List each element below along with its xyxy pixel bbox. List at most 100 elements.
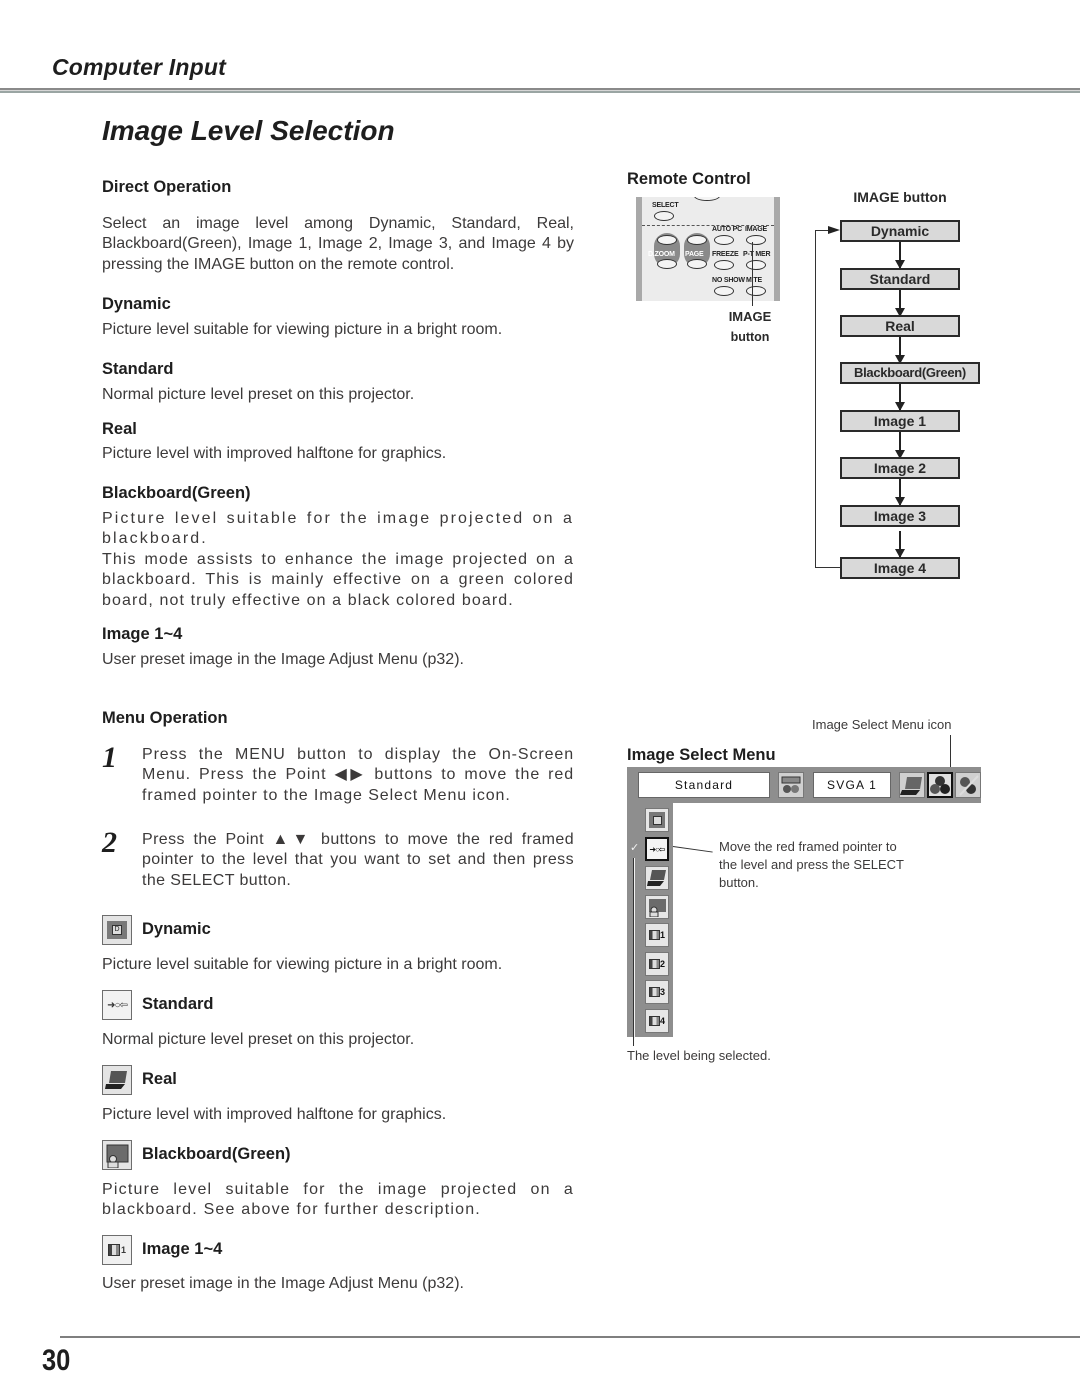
- remote-autopc-button: [714, 235, 734, 245]
- remote-image-button: [746, 235, 766, 245]
- remote-freeze-button: [714, 260, 734, 270]
- menu-item-desc: User preset image in the Image Adjust Me…: [102, 1275, 464, 1292]
- remote-label-ptimer: P-T MER: [743, 251, 771, 258]
- sidebar-blackboard-icon[interactable]: [645, 895, 669, 919]
- sidebar-image2-icon[interactable]: 2: [645, 952, 669, 976]
- direct-item-desc: Picture level suitable for the image pro…: [102, 510, 574, 548]
- remote-label-select: SELECT: [652, 202, 679, 209]
- direct-item-desc: Picture level suitable for viewing pictu…: [102, 321, 503, 338]
- sidebar-image1-label: 1: [659, 930, 665, 940]
- menu-item-title: Image 1~4: [142, 1240, 223, 1258]
- remote-label-autopc: AUTO PC: [712, 226, 742, 233]
- step-number: 1: [102, 741, 117, 774]
- flow-arrow-icon: [895, 432, 905, 459]
- menu-item-desc: Normal picture level preset on this proj…: [102, 1031, 415, 1048]
- selected-callout: The level being selected.: [627, 1048, 771, 1063]
- image-select-menu-icon[interactable]: [927, 772, 953, 798]
- page-number: 30: [42, 1344, 71, 1377]
- current-level-field[interactable]: Standard: [638, 772, 770, 798]
- page-title: Image Level Selection: [102, 115, 395, 146]
- sidebar-image1-icon[interactable]: 1: [645, 923, 669, 947]
- flow-arrow-icon: [895, 531, 905, 558]
- direct-item-desc-extra: This mode assists to enhance the image p…: [102, 551, 574, 609]
- remote-page-down: [687, 259, 707, 269]
- flow-step-blackboard: Blackboard(Green): [840, 362, 980, 384]
- menu-item-title: Blackboard(Green): [142, 1145, 291, 1163]
- flow-heading: IMAGE button: [853, 189, 947, 205]
- step-text: Press the MENU button to display the On-…: [142, 746, 574, 804]
- pointer-callout: Move the red framed pointer to the level…: [719, 839, 904, 890]
- flow-loop-line-bottom: [815, 567, 840, 568]
- remote-ptimer-button: [746, 260, 766, 270]
- header-rule: [0, 88, 1080, 93]
- flow-loop-arrow-icon: [828, 226, 840, 234]
- menu-icon-callout: Image Select Menu icon: [812, 717, 952, 732]
- flow-loop-line: [815, 230, 816, 568]
- direct-item-title: Real: [102, 420, 137, 438]
- direct-operation-intro: Select an image level among Dynamic, Sta…: [102, 215, 574, 273]
- remote-label-image: IMAGE: [745, 226, 767, 233]
- step-text: Press the Point ▲▼ buttons to move the r…: [142, 831, 574, 889]
- image-adjust-icon[interactable]: [955, 772, 981, 798]
- dynamic-level-icon: D: [102, 915, 132, 945]
- sidebar-standard-icon[interactable]: ➜○⇦: [645, 837, 669, 861]
- flow-step-dynamic: Dynamic: [840, 220, 960, 242]
- flow-arrow-icon: [895, 479, 905, 506]
- step-number: 2: [102, 826, 117, 859]
- remote-label-noshow: NO SHOW: [712, 277, 745, 284]
- menu-item-desc: Picture level suitable for the image pro…: [102, 1181, 574, 1219]
- flow-step-image2: Image 2: [840, 457, 960, 479]
- image-button-callout: IMAGE button: [722, 307, 778, 347]
- image-button-callout-line2: button: [730, 330, 770, 344]
- laptop-icon[interactable]: [899, 772, 925, 798]
- image-select-menu-bar: Standard SVGA 1: [627, 767, 981, 803]
- remote-label-page: PAGE: [685, 251, 704, 258]
- direct-item-title: Image 1~4: [102, 625, 183, 643]
- menu-item-desc: Picture level suitable for viewing pictu…: [102, 956, 503, 973]
- remote-label-freeze: FREEZE: [712, 251, 739, 258]
- flow-arrow-icon: [895, 384, 905, 411]
- section-title: Computer Input: [52, 54, 226, 80]
- pointer-callout-line: [672, 846, 713, 853]
- direct-item-title: Blackboard(Green): [102, 484, 251, 502]
- blackboard-level-icon: [102, 1140, 132, 1170]
- pc-adjust-icon[interactable]: [778, 772, 804, 798]
- real-level-icon: [102, 1065, 132, 1095]
- flow-arrow-icon: [895, 242, 905, 269]
- standard-level-icon: ➜○⇦: [102, 990, 132, 1020]
- footer-rule: [60, 1336, 1080, 1338]
- remote-select-button: [654, 211, 674, 221]
- menu-item-title: Real: [142, 1070, 177, 1088]
- remote-top-button: [694, 197, 720, 201]
- remote-page-up: [687, 235, 707, 245]
- remote-label-dzoom: D.ZOOM: [648, 251, 675, 258]
- remote-control-illustration: SELECT D.ZOOM PAGE AUTO PC IMAGE FREEZE …: [636, 197, 780, 301]
- image-select-menu-heading: Image Select Menu: [627, 746, 776, 764]
- signal-field[interactable]: SVGA 1: [813, 772, 891, 798]
- sidebar-image3-label: 3: [659, 987, 665, 997]
- sidebar-real-icon[interactable]: [645, 866, 669, 890]
- sidebar-image2-label: 2: [659, 959, 665, 969]
- direct-operation-heading: Direct Operation: [102, 178, 232, 196]
- sidebar-dynamic-icon[interactable]: [645, 808, 669, 832]
- remote-mute-button: [746, 286, 766, 296]
- direct-item-desc: Normal picture level preset on this proj…: [102, 386, 415, 403]
- flow-step-image3: Image 3: [840, 505, 960, 527]
- selected-callout-line: [633, 858, 634, 1046]
- menu-operation-heading: Menu Operation: [102, 709, 228, 727]
- image-button-callout-line1: IMAGE: [728, 309, 772, 324]
- sidebar-image4-icon[interactable]: 4: [645, 1009, 669, 1033]
- flow-arrow-icon: [895, 290, 905, 317]
- checkmark-icon: ✓: [630, 842, 640, 854]
- menu-item-desc: Picture level with improved halftone for…: [102, 1106, 447, 1123]
- sidebar-image3-icon[interactable]: 3: [645, 980, 669, 1004]
- sidebar-image4-label: 4: [659, 1016, 665, 1026]
- flow-arrow-icon: [895, 337, 905, 364]
- flow-step-standard: Standard: [840, 268, 960, 290]
- flow-step-image1: Image 1: [840, 410, 960, 432]
- remote-control-heading: Remote Control: [627, 170, 751, 188]
- menu-item-title: Dynamic: [142, 920, 211, 938]
- remote-dzoom-down: [657, 259, 677, 269]
- image-preset-level-icon: 1: [102, 1235, 132, 1265]
- menu-item-title: Standard: [142, 995, 214, 1013]
